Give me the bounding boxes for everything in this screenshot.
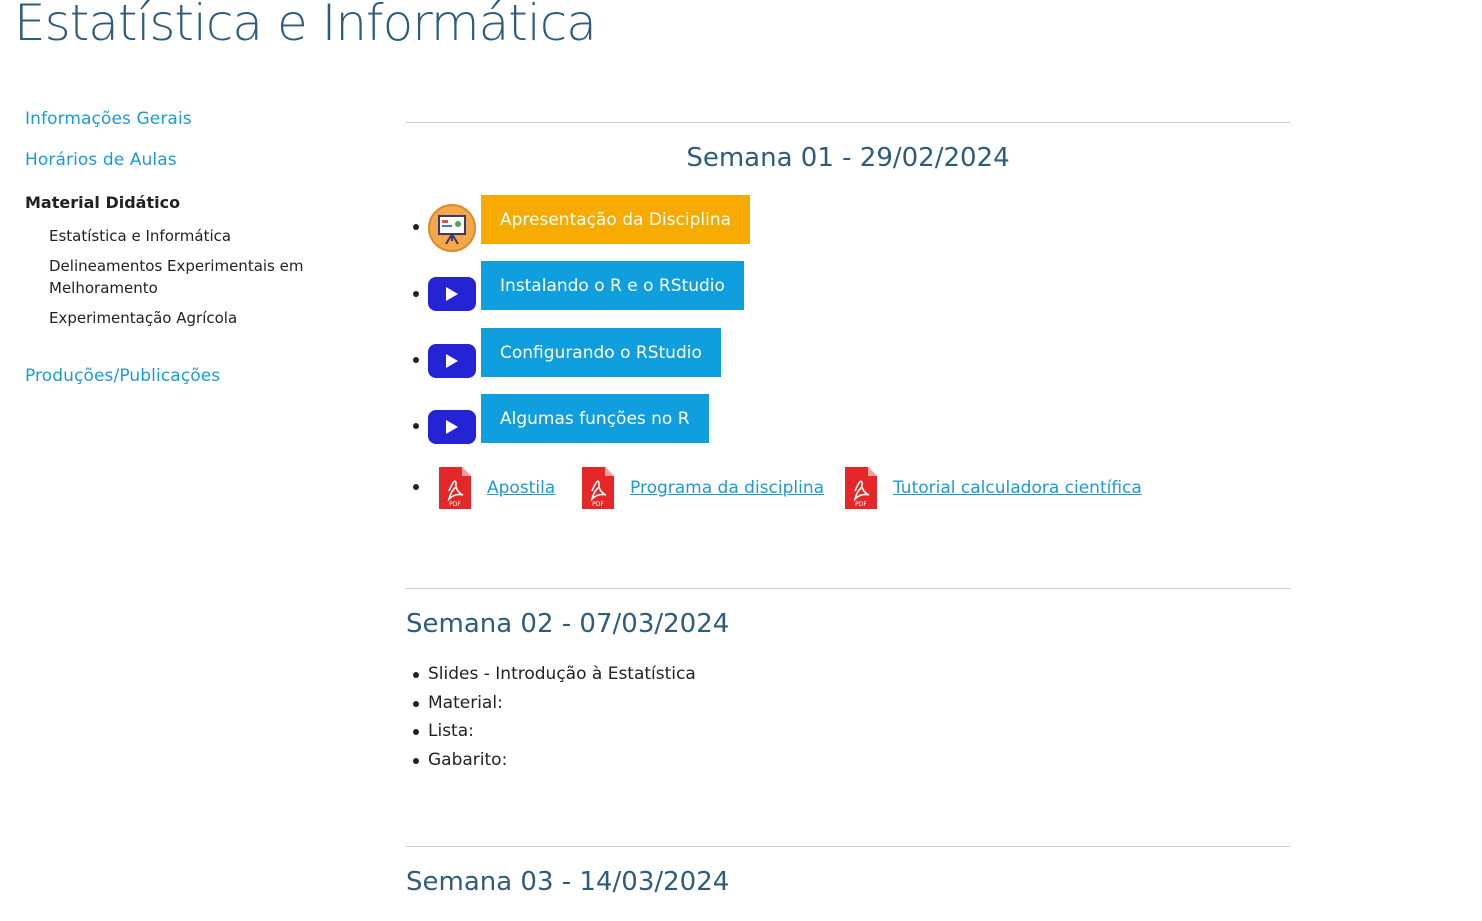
bullet [413, 672, 419, 678]
list-item-lista: Lista: [428, 721, 474, 741]
bullet [413, 423, 419, 429]
list-item-slides: Slides - Introdução à Estatística [428, 664, 696, 684]
bullet [413, 758, 419, 764]
link-programa-disciplina[interactable]: Programa da disciplina [630, 478, 824, 498]
link-apostila[interactable]: Apostila [487, 478, 555, 498]
nav-material-didatico[interactable]: Material Didático [25, 193, 180, 212]
svg-text:PDF: PDF [592, 501, 604, 508]
bullet [413, 291, 419, 297]
bullet [413, 357, 419, 363]
subnav-item-experimentacao[interactable]: Experimentação Agrícola [49, 307, 309, 329]
nav-informacoes-gerais[interactable]: Informações Gerais [25, 109, 192, 129]
section-divider [406, 588, 1290, 589]
bullet [413, 224, 419, 230]
button-algumas-funcoes-r[interactable]: Algumas funções no R [481, 394, 709, 443]
section-divider [406, 122, 1290, 123]
button-configurando-rstudio[interactable]: Configurando o RStudio [481, 328, 721, 377]
bullet [413, 484, 419, 490]
youtube-play-icon[interactable] [428, 410, 476, 444]
svg-text:PDF: PDF [449, 501, 461, 508]
subnav-item-estatistica[interactable]: Estatística e Informática [49, 225, 309, 247]
week-03-title: Semana 03 - 14/03/2024 [406, 867, 730, 897]
subnav-list: Estatística e Informática Delineamentos … [25, 225, 309, 329]
subnav-item-delineamentos[interactable]: Delineamentos Experimentais em Melhorame… [49, 255, 309, 299]
pdf-icon: PDF [439, 467, 471, 509]
week-01-title: Semana 01 - 29/02/2024 [686, 143, 1010, 173]
youtube-play-icon[interactable] [428, 277, 476, 311]
pdf-icon: PDF [582, 467, 614, 509]
link-tutorial-calculadora[interactable]: Tutorial calculadora científica [893, 478, 1142, 498]
pdf-icon: PDF [845, 467, 877, 509]
section-divider [406, 846, 1290, 847]
list-item-material: Material: [428, 693, 503, 713]
bullet [413, 701, 419, 707]
nav-horarios-de-aulas[interactable]: Horários de Aulas [25, 150, 177, 170]
site-title: Estatística e Informática [14, 0, 597, 52]
week-02-title: Semana 02 - 07/03/2024 [406, 609, 730, 639]
svg-text:PDF: PDF [855, 501, 867, 508]
bullet [413, 729, 419, 735]
youtube-play-icon[interactable] [428, 344, 476, 378]
nav-producoes-publicacoes[interactable]: Produções/Publicações [25, 366, 220, 386]
presentation-icon [428, 204, 476, 252]
button-instalando-r-rstudio[interactable]: Instalando o R e o RStudio [481, 261, 744, 310]
button-apresentacao-disciplina[interactable]: Apresentação da Disciplina [481, 195, 751, 244]
list-item-gabarito: Gabarito: [428, 750, 508, 770]
